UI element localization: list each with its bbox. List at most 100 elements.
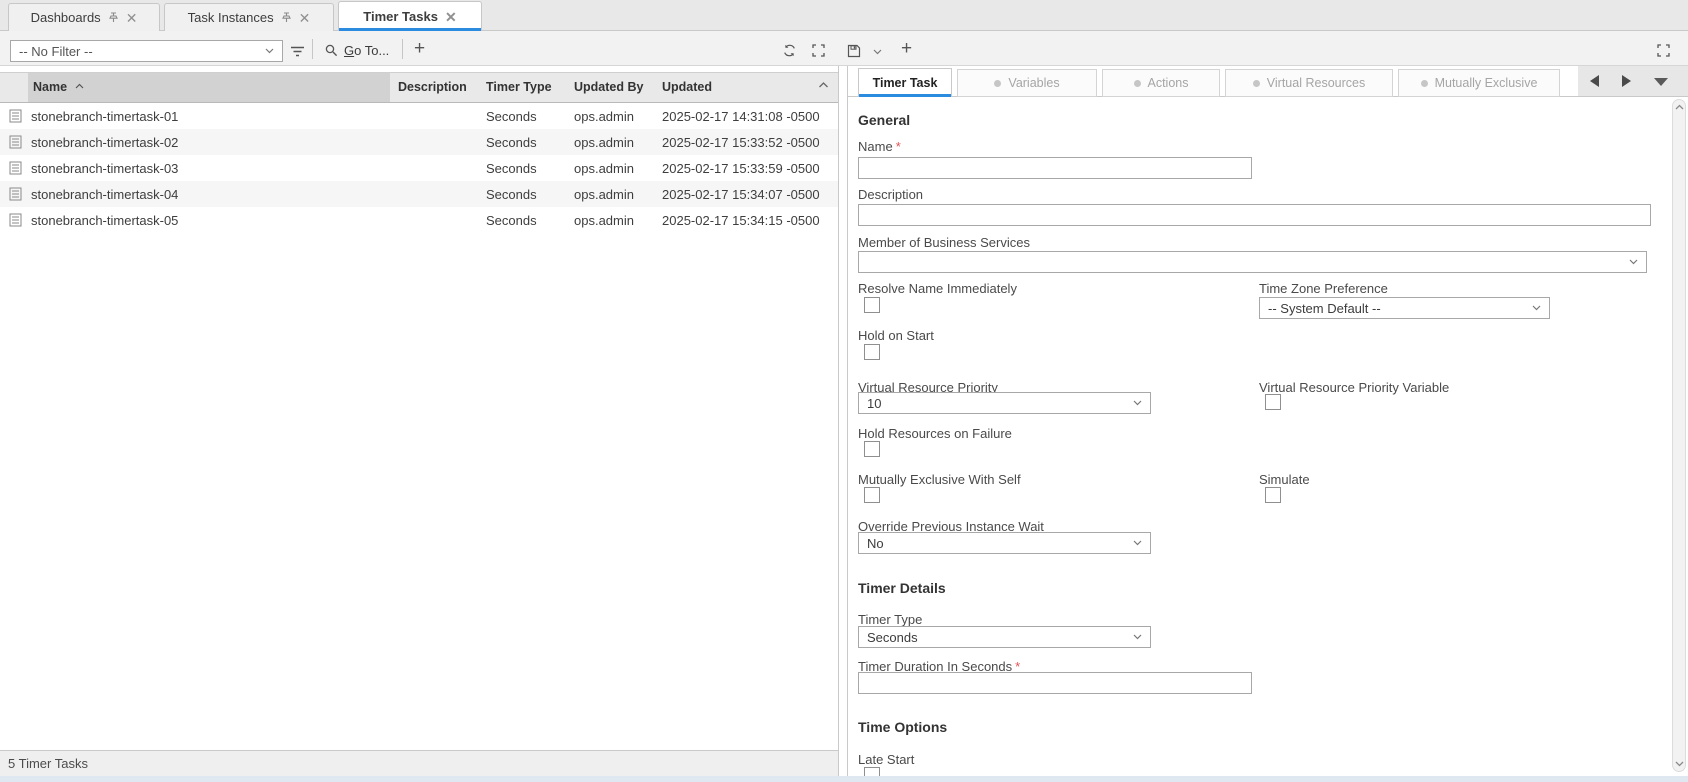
task-details-icon[interactable] xyxy=(9,109,22,123)
tab-dot-icon xyxy=(1421,80,1428,87)
refresh-icon[interactable] xyxy=(783,44,796,57)
cell-updated-by: ops.admin xyxy=(574,109,634,124)
tab-label: Task Instances xyxy=(188,10,274,25)
virtual-resource-priority-select[interactable]: 10 xyxy=(858,392,1151,414)
tab-variables[interactable]: Variables xyxy=(957,69,1097,97)
tab-dashboards[interactable]: Dashboards ✕ xyxy=(8,3,160,31)
task-details-icon[interactable] xyxy=(9,187,22,201)
name-label: Name* xyxy=(858,139,901,154)
cell-timer-type: Seconds xyxy=(486,161,537,176)
resolve-name-immediately-label: Resolve Name Immediately xyxy=(858,281,1017,296)
name-field[interactable] xyxy=(858,157,1252,179)
save-layout-icon[interactable] xyxy=(847,44,861,58)
section-time-options: Time Options xyxy=(858,719,947,735)
task-details-icon[interactable] xyxy=(9,135,22,149)
tab-label: Timer Tasks xyxy=(363,9,438,24)
time-zone-preference-select[interactable]: -- System Default -- xyxy=(1259,297,1550,319)
chevron-down-icon xyxy=(1133,540,1142,546)
timer-duration-in-seconds-field[interactable] xyxy=(858,672,1252,694)
task-details-icon[interactable] xyxy=(9,213,22,227)
table-row[interactable]: stonebranch-timertask-03 Seconds ops.adm… xyxy=(0,155,838,181)
cell-name: stonebranch-timertask-04 xyxy=(31,187,178,202)
timer-type-select[interactable]: Seconds xyxy=(858,626,1151,648)
app-window: Dashboards ✕ Task Instances ✕ Timer Task… xyxy=(0,0,1688,782)
expand-grid-icon[interactable] xyxy=(812,44,825,57)
hold-on-start-checkbox[interactable] xyxy=(864,344,880,360)
cell-name: stonebranch-timertask-03 xyxy=(31,161,178,176)
detail-scrollbar[interactable] xyxy=(1672,99,1686,772)
member-of-business-services-field[interactable] xyxy=(858,251,1647,273)
new-task-icon[interactable]: + xyxy=(901,39,912,58)
table-row[interactable]: stonebranch-timertask-02 Seconds ops.adm… xyxy=(0,129,838,155)
cell-updated: 2025-02-17 15:33:52 -0500 xyxy=(662,135,820,150)
hold-on-start-label: Hold on Start xyxy=(858,328,934,343)
chevron-down-icon xyxy=(265,48,274,54)
add-filter-icon[interactable]: + xyxy=(414,39,425,58)
save-menu-chevron-icon[interactable] xyxy=(873,49,882,55)
task-details-icon[interactable] xyxy=(9,161,22,175)
table-row[interactable]: stonebranch-timertask-04 Seconds ops.adm… xyxy=(0,181,838,207)
cell-timer-type: Seconds xyxy=(486,213,537,228)
cell-updated-by: ops.admin xyxy=(574,135,634,150)
scroll-down-icon[interactable] xyxy=(1675,761,1684,767)
active-tab-underline xyxy=(859,94,951,97)
column-header-updated-by[interactable]: Updated By xyxy=(574,80,643,94)
close-icon[interactable]: ✕ xyxy=(126,11,138,25)
task-detail-panel: Timer Task Variables Actions Virtual Res… xyxy=(847,66,1688,776)
column-header-updated[interactable]: Updated xyxy=(662,80,712,94)
tab-mutually-exclusive[interactable]: Mutually Exclusive xyxy=(1398,69,1560,97)
virtual-resource-priority-variable-checkbox[interactable] xyxy=(1265,394,1281,410)
timer-type-label: Timer Type xyxy=(858,612,922,627)
description-field[interactable] xyxy=(858,204,1651,226)
table-row[interactable]: stonebranch-timertask-05 Seconds ops.adm… xyxy=(0,207,838,233)
description-label: Description xyxy=(858,187,923,202)
tab-picker-icon[interactable] xyxy=(1654,78,1668,86)
tab-scroll-left-icon[interactable] xyxy=(1590,75,1599,87)
row-count-text: 5 Timer Tasks xyxy=(8,756,88,771)
sort-ascending-icon xyxy=(75,83,84,89)
column-header-timer-type[interactable]: Timer Type xyxy=(486,80,552,94)
toolbar-separator xyxy=(402,39,403,59)
column-header-name[interactable]: Name xyxy=(33,80,84,94)
mutually-exclusive-with-self-checkbox[interactable] xyxy=(864,487,880,503)
fullscreen-icon[interactable] xyxy=(1657,44,1670,57)
search-icon[interactable] xyxy=(325,44,338,57)
filter-value: -- No Filter -- xyxy=(19,44,93,59)
pin-icon[interactable] xyxy=(281,12,292,23)
late-start-label: Late Start xyxy=(858,752,914,767)
late-start-checkbox[interactable] xyxy=(864,767,880,776)
override-previous-instance-wait-select[interactable]: No xyxy=(858,532,1151,554)
tab-virtual-resources[interactable]: Virtual Resources xyxy=(1225,69,1393,97)
required-marker: * xyxy=(896,139,901,154)
filter-lines-icon[interactable] xyxy=(290,46,305,57)
cell-timer-type: Seconds xyxy=(486,135,537,150)
tab-timer-tasks[interactable]: Timer Tasks ✕ xyxy=(338,1,482,31)
close-icon[interactable]: ✕ xyxy=(445,10,457,24)
simulate-checkbox[interactable] xyxy=(1265,487,1281,503)
tab-label: Dashboards xyxy=(31,10,101,25)
hold-resources-on-failure-checkbox[interactable] xyxy=(864,441,880,457)
filter-select[interactable]: -- No Filter -- xyxy=(10,40,283,62)
cell-updated-by: ops.admin xyxy=(574,187,634,202)
tab-actions[interactable]: Actions xyxy=(1102,69,1220,97)
cell-name: stonebranch-timertask-05 xyxy=(31,213,178,228)
status-bar: 5 Timer Tasks xyxy=(0,750,838,776)
tab-scroll-right-icon[interactable] xyxy=(1622,75,1631,87)
cell-updated: 2025-02-17 15:33:59 -0500 xyxy=(662,161,820,176)
scroll-up-icon[interactable] xyxy=(1675,104,1684,110)
close-icon[interactable]: ✕ xyxy=(299,11,311,25)
go-to-button[interactable]: Go To... xyxy=(344,43,389,58)
toolbar: -- No Filter -- Go To... + + xyxy=(0,31,1688,66)
cell-timer-type: Seconds xyxy=(486,109,537,124)
cell-name: stonebranch-timertask-02 xyxy=(31,135,178,150)
hold-resources-on-failure-label: Hold Resources on Failure xyxy=(858,426,1012,441)
grid-header: Name Description Timer Type Updated By U… xyxy=(0,72,838,103)
pin-icon[interactable] xyxy=(108,12,119,23)
table-row[interactable]: stonebranch-timertask-01 Seconds ops.adm… xyxy=(0,103,838,129)
resolve-name-immediately-checkbox[interactable] xyxy=(864,297,880,313)
virtual-resource-priority-variable-label: Virtual Resource Priority Variable xyxy=(1259,380,1449,395)
column-header-description[interactable]: Description xyxy=(398,80,467,94)
collapse-header-icon[interactable] xyxy=(818,81,829,89)
tab-task-instances[interactable]: Task Instances ✕ xyxy=(164,3,334,31)
tab-timer-task[interactable]: Timer Task xyxy=(858,68,952,97)
